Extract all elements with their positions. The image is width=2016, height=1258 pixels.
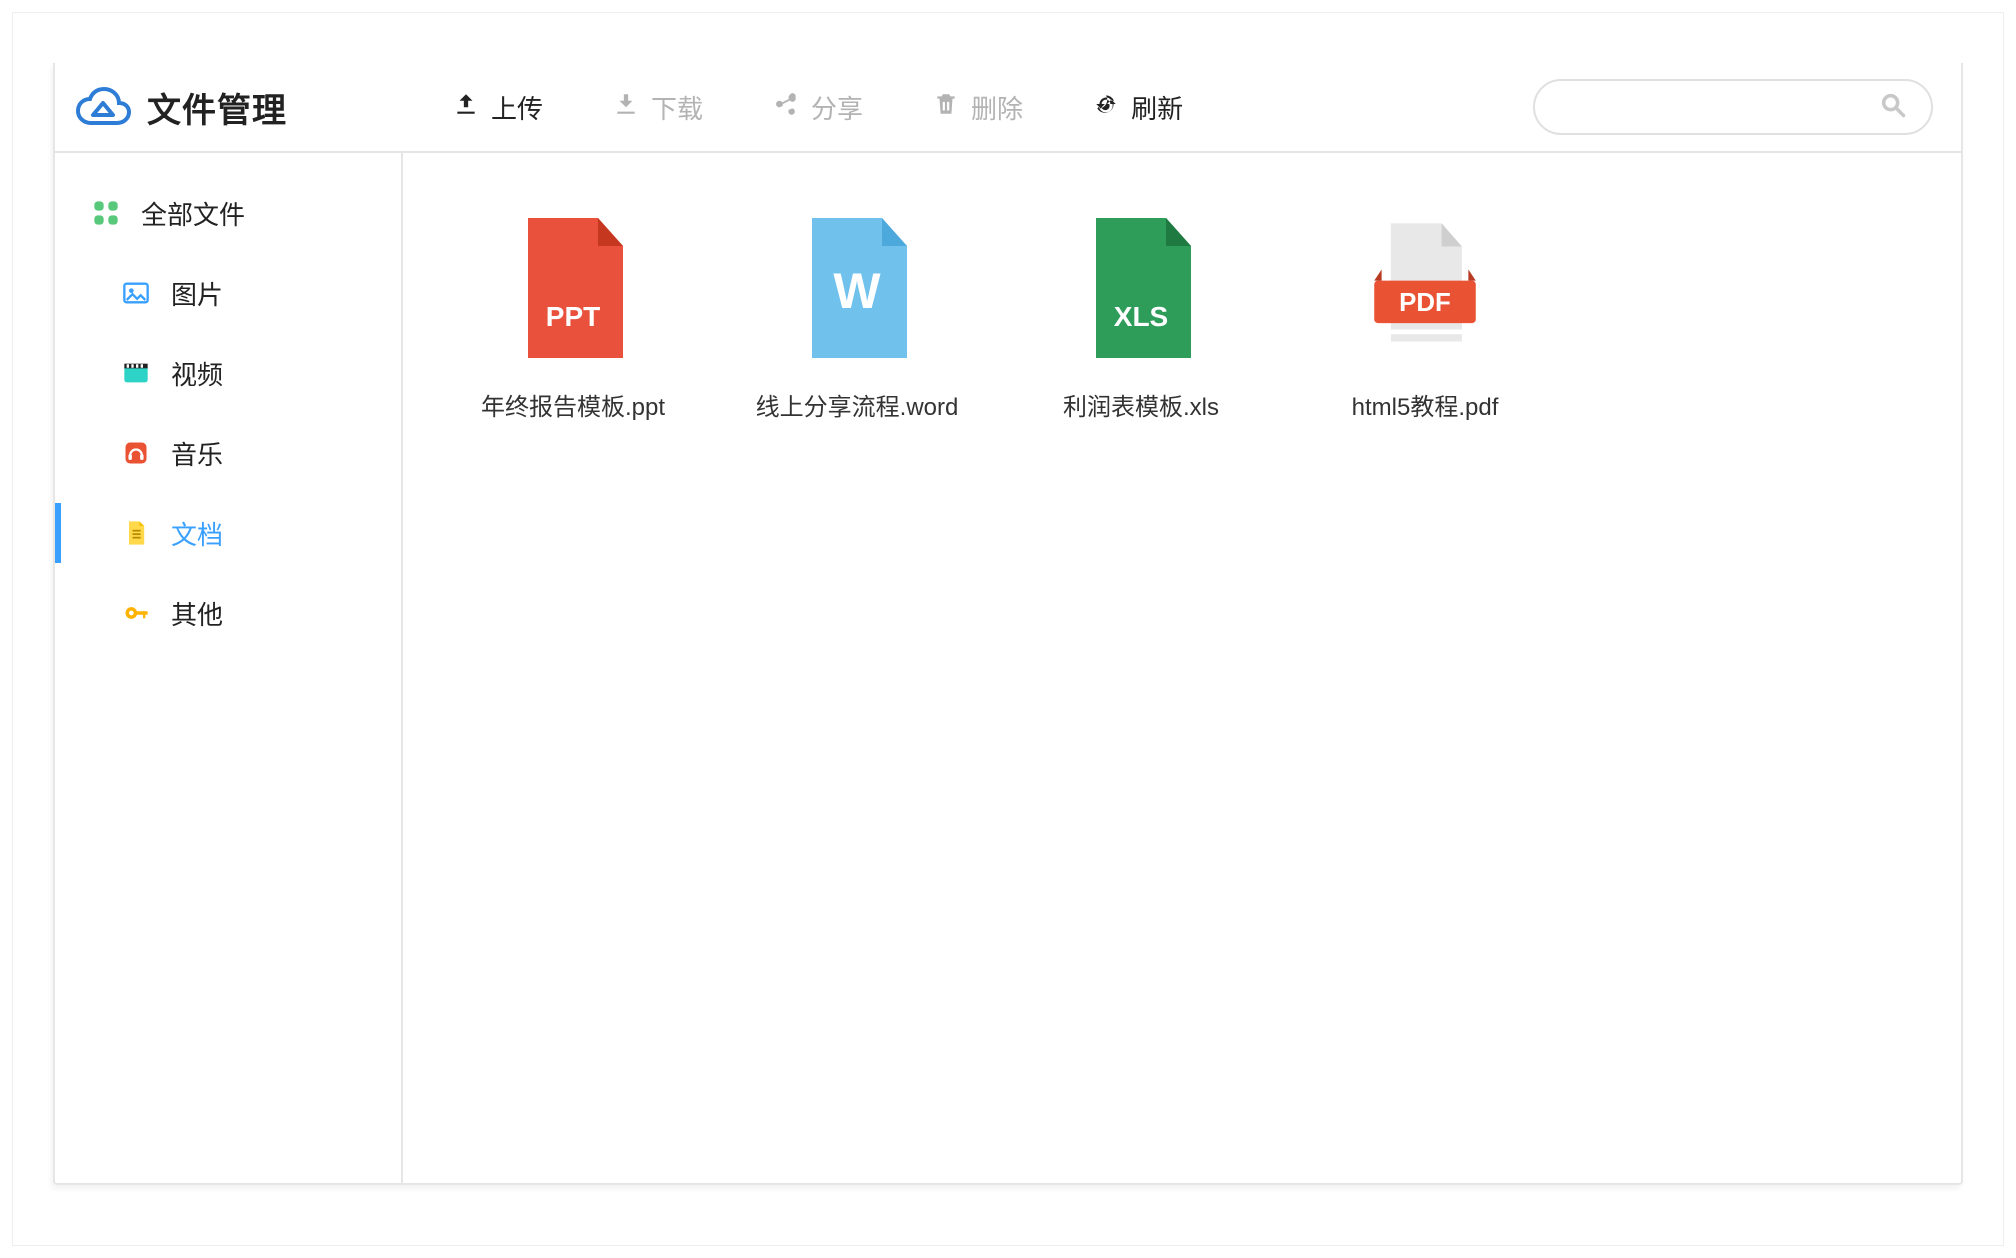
delete-label: 删除 [971, 89, 1023, 126]
file-item[interactable]: PPT 年终报告模板.ppt [443, 213, 703, 422]
key-icon [121, 598, 151, 628]
download-label: 下载 [651, 89, 703, 126]
svg-text:PPT: PPT [546, 301, 600, 332]
topbar: 文件管理 上传 下载 分享 [55, 63, 1961, 153]
ppt-file-icon: PPT [513, 213, 633, 363]
body: 全部文件 图片 视频 音乐 [55, 153, 1961, 1183]
trash-icon [933, 91, 959, 124]
sidebar-item-label: 其他 [171, 595, 223, 632]
sidebar-item-other[interactable]: 其他 [55, 573, 401, 653]
refresh-button[interactable]: 刷新 [1063, 81, 1213, 134]
sidebar-item-videos[interactable]: 视频 [55, 333, 401, 413]
delete-button[interactable]: 删除 [903, 81, 1053, 134]
upload-button[interactable]: 上传 [423, 81, 573, 134]
sidebar-item-music[interactable]: 音乐 [55, 413, 401, 493]
share-label: 分享 [811, 89, 863, 126]
sidebar-item-images[interactable]: 图片 [55, 253, 401, 333]
refresh-icon [1093, 91, 1119, 124]
sidebar-item-all-files[interactable]: 全部文件 [55, 173, 401, 253]
sidebar-all-files-label: 全部文件 [141, 195, 245, 232]
logo-title-group: 文件管理 [73, 81, 413, 134]
file-name-label: 线上分享流程.word [756, 387, 959, 422]
sidebar-item-documents[interactable]: 文档 [55, 493, 401, 573]
file-name-label: html5教程.pdf [1352, 387, 1499, 422]
file-grid: PPT 年终报告模板.ppt W 线上分享流程.word [403, 153, 1961, 1183]
sidebar-item-label: 音乐 [171, 435, 223, 472]
video-icon [121, 358, 151, 388]
grid-icon [91, 198, 121, 228]
search-icon [1879, 91, 1907, 124]
cloud-logo-icon [73, 81, 133, 134]
sidebar: 全部文件 图片 视频 音乐 [55, 153, 403, 1183]
search-wrap [1533, 79, 1933, 135]
search-input[interactable] [1559, 94, 1879, 120]
music-icon [121, 438, 151, 468]
share-button[interactable]: 分享 [743, 81, 893, 134]
sidebar-item-label: 文档 [171, 515, 223, 552]
file-name-label: 年终报告模板.ppt [481, 387, 665, 422]
document-icon [121, 518, 151, 548]
svg-text:W: W [833, 263, 881, 319]
app-frame: 文件管理 上传 下载 分享 [53, 63, 1963, 1185]
image-icon [121, 278, 151, 308]
share-icon [773, 91, 799, 124]
refresh-label: 刷新 [1131, 89, 1183, 126]
word-file-icon: W [797, 213, 917, 363]
upload-label: 上传 [491, 89, 543, 126]
app-title: 文件管理 [147, 83, 287, 132]
download-button[interactable]: 下载 [583, 81, 733, 134]
file-item[interactable]: XLS 利润表模板.xls [1011, 213, 1271, 422]
svg-text:XLS: XLS [1114, 301, 1168, 332]
xls-file-icon: XLS [1081, 213, 1201, 363]
upload-icon [453, 91, 479, 124]
download-icon [613, 91, 639, 124]
file-item[interactable]: W 线上分享流程.word [727, 213, 987, 422]
svg-text:PDF: PDF [1399, 289, 1451, 317]
sidebar-item-label: 图片 [171, 275, 223, 312]
file-name-label: 利润表模板.xls [1063, 387, 1219, 422]
toolbar: 上传 下载 分享 删除 [423, 79, 1933, 135]
sidebar-item-label: 视频 [171, 355, 223, 392]
search-box[interactable] [1533, 79, 1933, 135]
file-item[interactable]: PDF html5教程.pdf [1295, 213, 1555, 422]
pdf-file-icon: PDF [1365, 213, 1485, 363]
